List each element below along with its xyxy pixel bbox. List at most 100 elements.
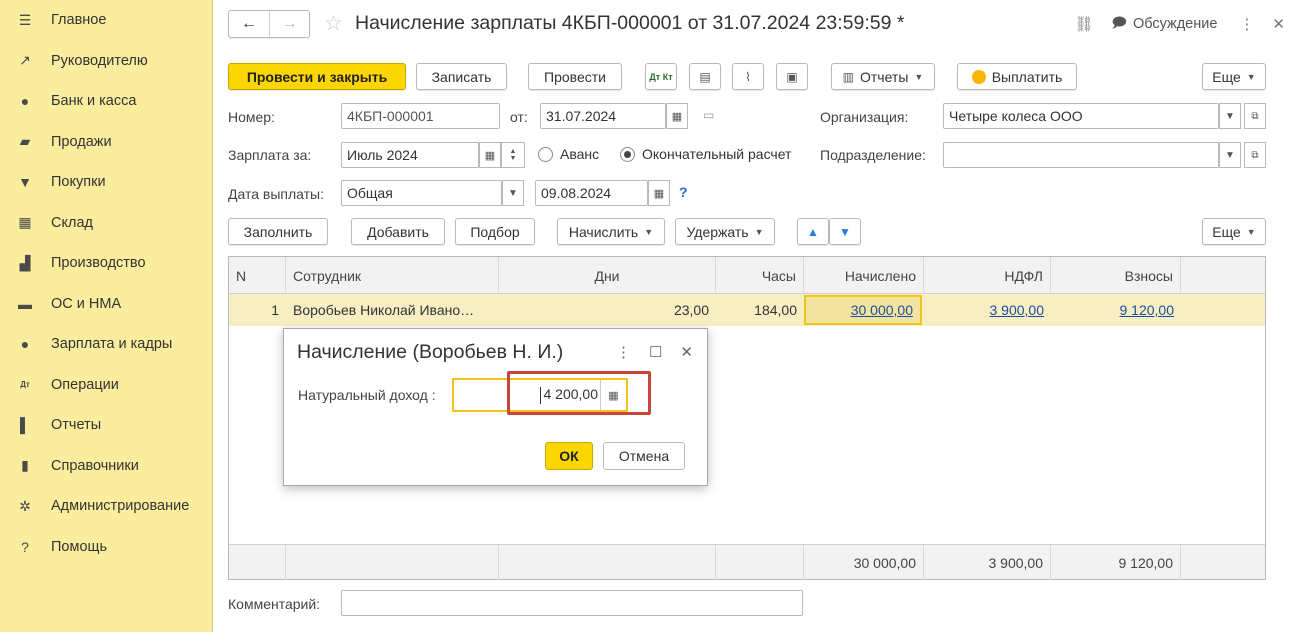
cell-employee[interactable]: Воробьев Николай Ивано…	[286, 294, 499, 326]
help-icon[interactable]: ?	[679, 184, 688, 200]
sidebar-item[interactable]: ▦ Склад	[0, 203, 212, 244]
date-field[interactable]: 31.07.2024	[540, 103, 666, 129]
column-header-hours[interactable]: Часы	[716, 257, 804, 294]
cell-accrued[interactable]: 30 000,00	[804, 295, 922, 325]
post-and-close-button[interactable]: Провести и закрыть	[228, 63, 406, 90]
link-icon[interactable]: ⛓	[1074, 15, 1093, 33]
sidebar-item-label: Администрирование	[51, 498, 190, 515]
department-open-button[interactable]: ⧉	[1244, 142, 1266, 168]
department-field[interactable]	[943, 142, 1219, 168]
period-calendar-button[interactable]: ▦	[479, 142, 501, 168]
history-icon[interactable]: ▭	[703, 108, 714, 122]
period-stepper[interactable]: ▲ ▼	[501, 142, 525, 168]
cell-ndfl[interactable]: 3 900,00	[924, 294, 1051, 326]
organization-field[interactable]: Четыре колеса ООО	[943, 103, 1219, 129]
close-icon[interactable]: ✕	[1272, 15, 1285, 33]
column-header-ndfl[interactable]: НДФЛ	[924, 257, 1051, 294]
organization-open-button[interactable]: ⧉	[1244, 103, 1266, 129]
dropdown-arrow-icon: ▼	[1225, 149, 1235, 161]
dialog-maximize-icon[interactable]: ☐	[649, 343, 662, 361]
post-button[interactable]: Провести	[528, 63, 622, 90]
organization-dropdown-button[interactable]: ▼	[1219, 103, 1241, 129]
structure-button[interactable]: ▣	[776, 63, 808, 90]
discussion-button[interactable]: 🗩 Обсуждение	[1111, 12, 1217, 36]
column-header-days[interactable]: Дни	[499, 257, 716, 294]
pay-type-dropdown-button[interactable]: ▼	[502, 180, 524, 206]
arrow-up-icon: ▲	[807, 224, 819, 239]
dt-kt-button[interactable]: Дт Кт	[645, 63, 677, 90]
pay-date-calendar-button[interactable]: ▦	[648, 180, 670, 206]
attach-button[interactable]: ⌇	[732, 63, 764, 90]
accrue-button[interactable]: Начислить ▼	[557, 218, 665, 245]
sidebar-item[interactable]: ▰ Продажи	[0, 122, 212, 163]
save-button[interactable]: Записать	[416, 63, 507, 90]
sidebar-item[interactable]: Дт Операции	[0, 365, 212, 406]
fill-button[interactable]: Заполнить	[228, 218, 328, 245]
favorite-star-icon[interactable]: ☆	[324, 11, 343, 36]
pay-button[interactable]: Выплатить	[957, 63, 1077, 90]
cell-hours[interactable]: 184,00	[716, 294, 804, 326]
accrued-link[interactable]: 30 000,00	[851, 302, 913, 318]
sidebar-item[interactable]: ▬ ОС и НМА	[0, 284, 212, 325]
final-calc-radio[interactable]: Окончательный расчет	[620, 146, 791, 162]
table-row[interactable]: 1 Воробьев Николай Ивано… 23,00 184,00 3…	[229, 294, 1265, 326]
calendar-icon: ▦	[671, 110, 683, 123]
move-down-button[interactable]: ▼	[829, 218, 861, 245]
sidebar-item[interactable]: ☰ Главное	[0, 0, 212, 41]
sidebar-item[interactable]: ▌ Отчеты	[0, 405, 212, 446]
table-more-button[interactable]: Еще ▼	[1202, 218, 1266, 245]
salary-period-field[interactable]: Июль 2024	[341, 142, 479, 168]
cell-days[interactable]: 23,00	[499, 294, 716, 326]
sidebar-item[interactable]: ▮ Справочники	[0, 446, 212, 487]
advance-radio[interactable]: Аванс	[538, 146, 599, 162]
number-field[interactable]: 4КБП-000001	[341, 103, 500, 129]
sidebar: ☰ Главное ↗ Руководителю ● Банк и касса ▰ Прода…	[0, 0, 213, 632]
paperclip-icon: ⌇	[745, 69, 751, 84]
report-icon: ▥	[842, 69, 854, 84]
reports-button[interactable]: ▥ Отчеты ▼	[831, 63, 935, 90]
withhold-button[interactable]: Удержать ▼	[675, 218, 775, 245]
sidebar-item[interactable]: ▟ Производство	[0, 243, 212, 284]
cancel-button[interactable]: Отмена	[603, 442, 685, 470]
calendar-icon: ▦	[484, 149, 496, 162]
dialog-close-icon[interactable]: ✕	[680, 343, 693, 361]
more-button[interactable]: Еще ▼	[1202, 63, 1266, 90]
sidebar-item[interactable]: ● Зарплата и кадры	[0, 324, 212, 365]
department-label: Подразделение:	[820, 147, 926, 163]
pay-date-label: Дата выплаты:	[228, 186, 324, 202]
sidebar-item[interactable]: ● Банк и касса	[0, 81, 212, 122]
journal-button[interactable]: ▤	[689, 63, 721, 90]
chevron-down-icon: ▼	[754, 226, 764, 237]
sidebar-item[interactable]: ▼ Покупки	[0, 162, 212, 203]
move-up-button[interactable]: ▲	[797, 218, 829, 245]
dialog-more-icon[interactable]: ⋮	[616, 343, 631, 361]
column-header-n[interactable]: N	[229, 257, 286, 294]
calculator-icon[interactable]: ▦	[600, 380, 626, 410]
column-header-employee[interactable]: Сотрудник	[286, 257, 499, 294]
department-dropdown-button[interactable]: ▼	[1219, 142, 1241, 168]
date-calendar-button[interactable]: ▦	[666, 103, 688, 129]
pay-type-field[interactable]: Общая	[341, 180, 502, 206]
comment-field[interactable]	[341, 590, 803, 616]
sidebar-item[interactable]: ✲ Администрирование	[0, 486, 212, 527]
back-button[interactable]: ←	[229, 11, 269, 37]
sidebar-item[interactable]: ↗ Руководителю	[0, 41, 212, 82]
pick-button[interactable]: Подбор	[455, 218, 535, 245]
contributions-link[interactable]: 9 120,00	[1120, 302, 1175, 318]
footer-cell	[499, 545, 716, 580]
natural-income-input[interactable]: 4 200,00 ▦	[452, 378, 628, 412]
dropdown-arrow-icon: ▼	[508, 187, 518, 199]
sidebar-item-label: Продажи	[51, 133, 112, 150]
column-header-accrued[interactable]: Начислено	[804, 257, 924, 294]
cell-contributions[interactable]: 9 120,00	[1051, 294, 1181, 326]
ndfl-link[interactable]: 3 900,00	[990, 302, 1045, 318]
column-header-contributions[interactable]: Взносы	[1051, 257, 1181, 294]
sidebar-item[interactable]: ? Помощь	[0, 527, 212, 568]
more-actions-icon[interactable]: ⋮	[1239, 15, 1254, 33]
ok-button[interactable]: ОК	[545, 442, 593, 470]
forward-button[interactable]: →	[269, 11, 309, 37]
pay-date-field[interactable]: 09.08.2024	[535, 180, 648, 206]
sidebar-item-label: Отчеты	[51, 417, 102, 434]
add-button[interactable]: Добавить	[351, 218, 445, 245]
radio-circle	[538, 146, 553, 162]
